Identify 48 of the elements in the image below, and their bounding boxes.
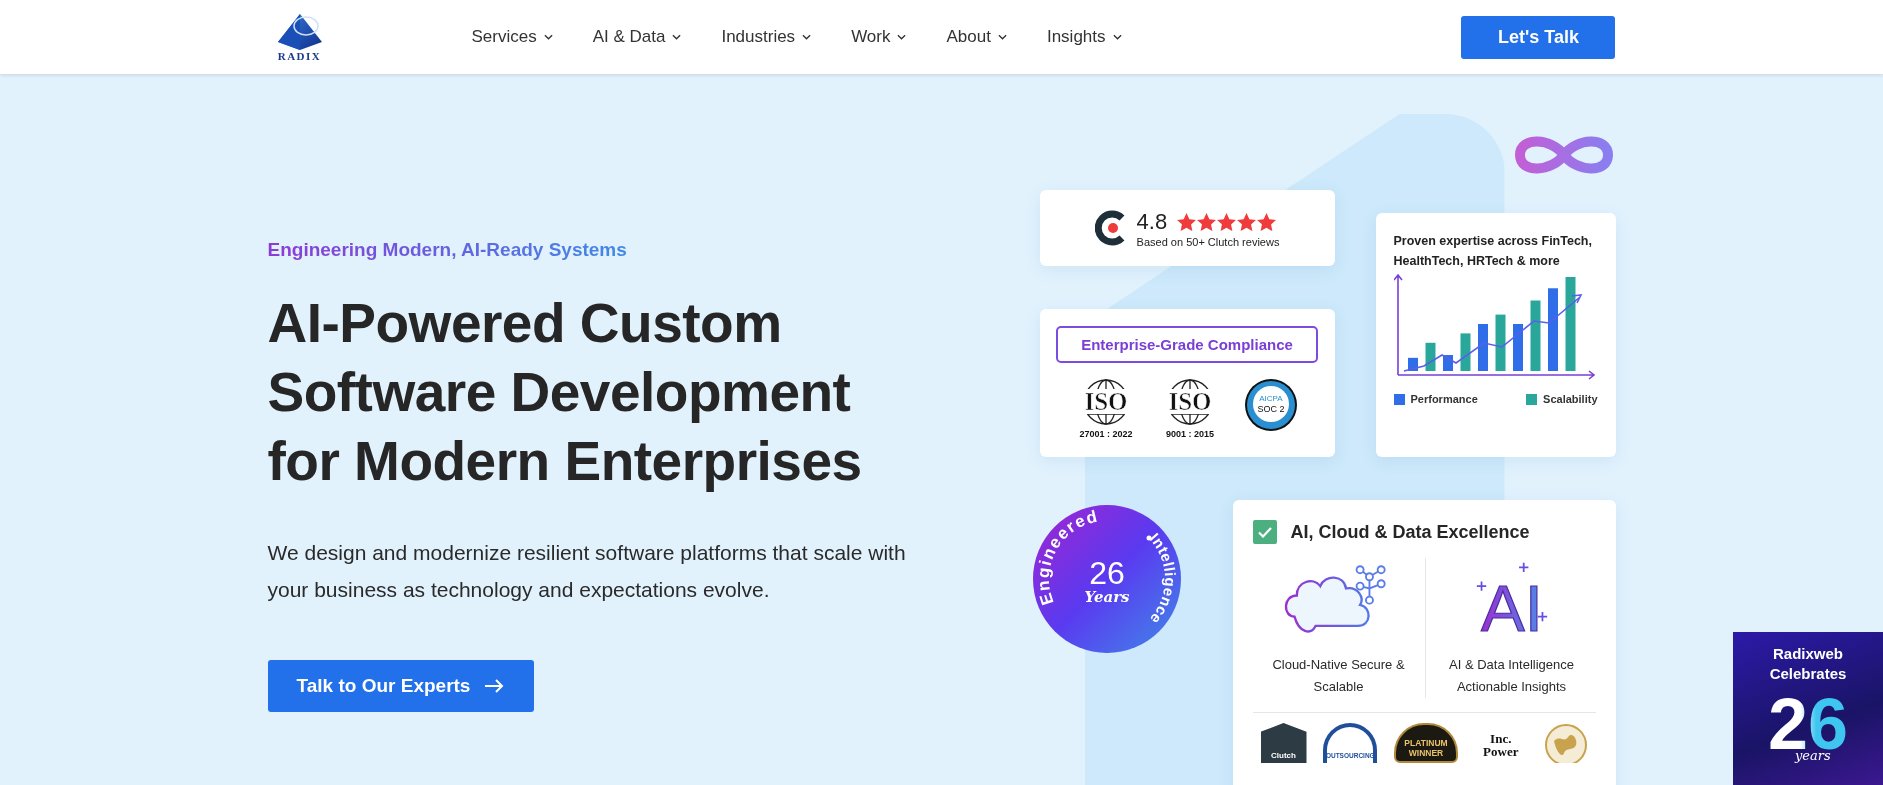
chart-bar	[1442, 355, 1453, 371]
chart-title: Proven expertise across FinTech, HealthTech, HRTech & more	[1393, 233, 1593, 270]
chevron-down-icon	[897, 34, 907, 40]
compliance-title: Enterprise-Grade Compliance	[1056, 326, 1318, 363]
arrow-right-icon	[484, 679, 505, 693]
chart-bar	[1512, 324, 1523, 371]
cert-caption: 9001 : 2015	[1165, 429, 1214, 439]
nav-menu-item[interactable]: Insights	[1046, 23, 1122, 51]
clutch-logo-icon	[1094, 210, 1127, 246]
excellence-title: AI, Cloud & Data Excellence	[1290, 521, 1530, 543]
chevron-down-icon	[802, 34, 812, 40]
nav-menu-item[interactable]: Industries	[721, 23, 812, 51]
nav-menu-item[interactable]: Work	[851, 23, 907, 51]
nav-menu-item[interactable]: About	[946, 23, 1007, 51]
globe-award-icon	[1543, 723, 1588, 763]
seal-icon	[1245, 379, 1297, 431]
chevron-down-icon	[672, 34, 682, 40]
chart-bar	[1425, 342, 1435, 371]
lets-talk-button[interactable]: Let's Talk	[1461, 15, 1616, 59]
rating-score: 4.8	[1136, 208, 1168, 235]
chevron-down-icon	[1112, 34, 1122, 40]
chart-bar	[1460, 333, 1470, 371]
award-badge: Clutch	[1260, 723, 1307, 763]
hero-description: We design and modernize resilient software platforms that scale with your business as technology and expectations evolve.	[267, 540, 907, 603]
nav-menu-item[interactable]: AI & Data	[592, 23, 682, 51]
pyramid-logo-icon[interactable]	[275, 12, 324, 52]
chart-bar	[1477, 324, 1488, 371]
nav-menu-item[interactable]: Services	[471, 23, 553, 51]
logo-wordmark[interactable]: RADIX	[277, 50, 322, 62]
award-wordmark: Inc. Power	[1482, 730, 1520, 761]
legend-label: Scalability	[1543, 393, 1598, 405]
cert-caption: 27001 : 2022	[1079, 429, 1133, 439]
award-badge: PLATINUM WINNER	[1394, 723, 1458, 763]
chevron-down-icon	[543, 34, 553, 40]
hero-heading: AI-Powered Custom Software Development for Modern Enterprises	[267, 291, 863, 494]
rating-caption: Based on 50+ Clutch reviews	[1136, 235, 1280, 248]
seal-label: SOC 2	[1257, 404, 1285, 414]
promo-title: Radixweb Celebrates	[1768, 644, 1848, 684]
chart-bar	[1407, 357, 1418, 371]
seal-label: AICPA	[1259, 394, 1283, 403]
check-icon	[1257, 526, 1272, 538]
feature-label: AI & Data Intelligence Actionable Insights	[1448, 656, 1575, 696]
talk-to-experts-button[interactable]: Talk to Our Experts	[267, 660, 534, 712]
feature-label: Cloud-Native Secure & Scalable	[1271, 656, 1406, 696]
chart-bar	[1495, 314, 1505, 371]
chart-bar	[1530, 300, 1540, 371]
chevron-down-icon	[997, 34, 1007, 40]
legend-label: Performance	[1410, 393, 1478, 405]
